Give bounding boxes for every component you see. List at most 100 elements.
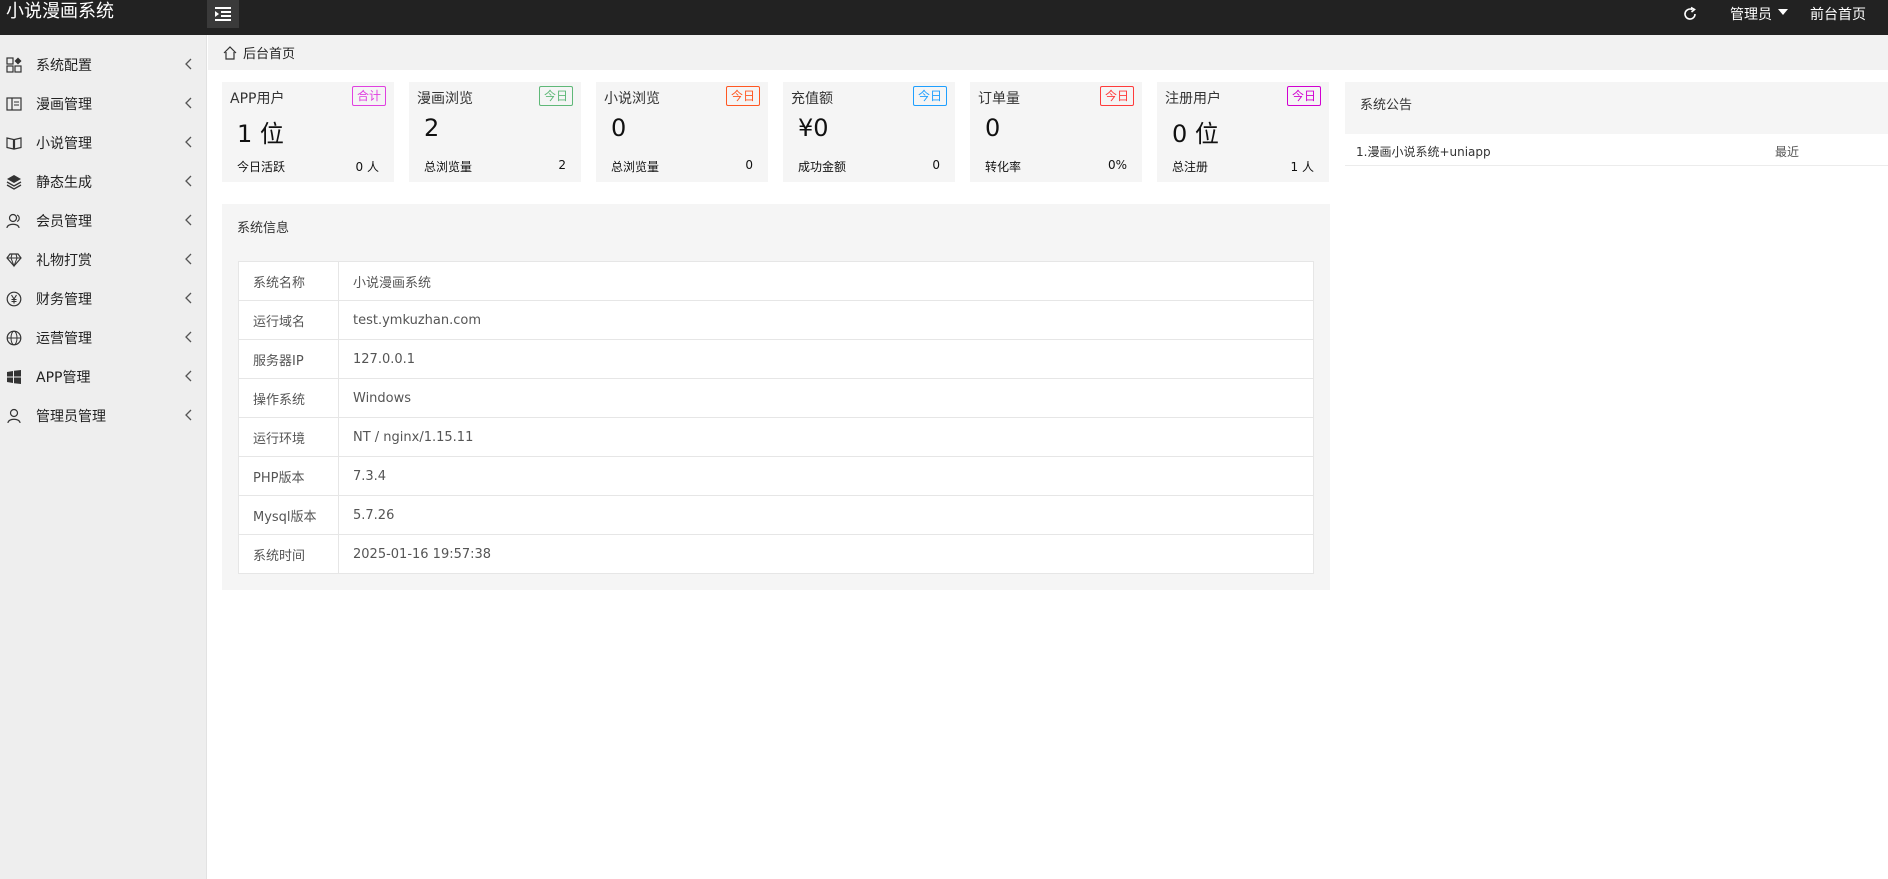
refresh-button[interactable] bbox=[1682, 6, 1698, 22]
stat-card-recharge: 充值额 今日 ¥0 成功金额 0 bbox=[783, 82, 955, 182]
table-row: PHP版本 7.3.4 bbox=[238, 456, 1314, 496]
stat-value: 0 bbox=[985, 114, 1001, 142]
info-value: 小说漫画系统 bbox=[338, 261, 1314, 301]
stat-value: ¥0 bbox=[798, 114, 829, 142]
globe-icon bbox=[6, 330, 22, 346]
notice-title: 系统公告 bbox=[1360, 98, 1413, 113]
yen-circle-icon bbox=[6, 291, 22, 307]
sidebar-item-label: 会员管理 bbox=[36, 213, 92, 230]
stat-sub-value: 0 人 bbox=[355, 160, 379, 174]
info-key: 系统时间 bbox=[238, 534, 339, 574]
stat-badge: 今日 bbox=[1099, 86, 1134, 106]
stat-sub-value: 0 bbox=[932, 158, 940, 172]
admin-label: 管理员 bbox=[1730, 7, 1772, 23]
dashboard-icon bbox=[6, 56, 22, 73]
diamond-icon bbox=[6, 252, 22, 268]
chevron-left-icon bbox=[185, 253, 192, 265]
stat-sub-value: 1 人 bbox=[1290, 160, 1314, 174]
top-header: 小说漫画系统 管理员 前台首页 bbox=[0, 0, 1888, 35]
sidebar-item-label: 礼物打赏 bbox=[36, 252, 92, 269]
notice-header: 系统公告 bbox=[1345, 82, 1888, 134]
chevron-left-icon bbox=[185, 97, 192, 109]
sidebar-item-finance[interactable]: 财务管理 bbox=[0, 279, 206, 318]
stat-value: 1 位 bbox=[237, 120, 284, 148]
notice-text[interactable]: 1.漫画小说系统+uniapp bbox=[1356, 143, 1491, 160]
chevron-left-icon bbox=[185, 292, 192, 304]
stat-card-orders: 订单量 今日 0 转化率 0% bbox=[970, 82, 1142, 182]
list-item[interactable]: 1.漫画小说系统+uniapp 最近 bbox=[1345, 135, 1888, 166]
table-row: 系统时间 2025-01-16 19:57:38 bbox=[238, 534, 1314, 574]
chevron-left-icon bbox=[185, 58, 192, 70]
sidebar: 系统配置 漫画管理 小说管理 静态生成 会员管理 礼物打赏 财务管理 运营管理 … bbox=[0, 35, 207, 879]
sidebar-item-gifts[interactable]: 礼物打赏 bbox=[0, 240, 206, 279]
notice-date: 最近 bbox=[1775, 145, 1800, 159]
stat-sub-label: 转化率 bbox=[985, 160, 1022, 174]
stat-badge: 今日 bbox=[912, 86, 947, 106]
sidebar-item-label: 管理员管理 bbox=[36, 408, 106, 425]
stat-sub-value: 2 bbox=[558, 158, 566, 172]
sidebar-item-label: 漫画管理 bbox=[36, 96, 92, 113]
breadcrumb: 后台首页 bbox=[208, 35, 1888, 70]
stat-sub-value: 0 bbox=[745, 158, 753, 172]
front-home-link[interactable]: 前台首页 bbox=[1810, 4, 1866, 24]
caret-down-icon bbox=[1778, 9, 1788, 15]
stat-card-novel-views: 小说浏览 今日 0 总浏览量 0 bbox=[596, 82, 768, 182]
info-value: 2025-01-16 19:57:38 bbox=[338, 534, 1314, 574]
stat-title: 订单量 bbox=[978, 91, 1020, 107]
info-key: 运行环境 bbox=[238, 417, 339, 457]
chevron-left-icon bbox=[185, 370, 192, 382]
chevron-left-icon bbox=[185, 409, 192, 421]
stats-row: APP用户 合计 1 位 今日活跃 0 人 漫画浏览 今日 2 总浏览量 2 小… bbox=[222, 82, 1344, 182]
info-key: 系统名称 bbox=[238, 261, 339, 301]
table-row: 运行域名 test.ymkuzhan.com bbox=[238, 300, 1314, 340]
book-columns-icon bbox=[6, 96, 22, 112]
sidebar-item-label: 小说管理 bbox=[36, 135, 92, 152]
chevron-left-icon bbox=[185, 136, 192, 148]
stat-title: 充值额 bbox=[791, 91, 833, 107]
sidebar-item-label: APP管理 bbox=[36, 369, 91, 386]
app-title: 小说漫画系统 bbox=[6, 1, 114, 22]
stat-sub-label: 总注册 bbox=[1172, 160, 1209, 174]
system-info-panel: 系统信息 系统名称 小说漫画系统 运行域名 test.ymkuzhan.com 服务… bbox=[222, 204, 1330, 590]
stat-card-app-users: APP用户 合计 1 位 今日活跃 0 人 bbox=[222, 82, 394, 182]
info-key: 操作系统 bbox=[238, 378, 339, 418]
info-key: 服务器IP bbox=[238, 339, 339, 379]
sidebar-item-novel[interactable]: 小说管理 bbox=[0, 123, 206, 162]
menu-toggle-button[interactable] bbox=[207, 0, 239, 28]
info-value: 5.7.26 bbox=[338, 495, 1314, 535]
info-value: 127.0.0.1 bbox=[338, 339, 1314, 379]
table-row: 操作系统 Windows bbox=[238, 378, 1314, 418]
main-content: 后台首页 APP用户 合计 1 位 今日活跃 0 人 漫画浏览 今日 2 总浏览… bbox=[208, 35, 1888, 879]
info-key: PHP版本 bbox=[238, 456, 339, 496]
sidebar-item-operations[interactable]: 运营管理 bbox=[0, 318, 206, 357]
system-info-title: 系统信息 bbox=[237, 221, 290, 236]
sidebar-item-static-gen[interactable]: 静态生成 bbox=[0, 162, 206, 201]
stat-card-registered: 注册用户 今日 0 位 总注册 1 人 bbox=[1157, 82, 1329, 182]
admin-dropdown[interactable]: 管理员 bbox=[1730, 4, 1788, 24]
stat-title: 小说浏览 bbox=[604, 91, 660, 107]
sidebar-item-label: 财务管理 bbox=[36, 291, 92, 308]
info-key: Mysql版本 bbox=[238, 495, 339, 535]
stat-badge: 今日 bbox=[1286, 86, 1321, 106]
sidebar-item-system-config[interactable]: 系统配置 bbox=[0, 45, 206, 84]
user-icon bbox=[6, 408, 22, 424]
stat-card-comic-views: 漫画浏览 今日 2 总浏览量 2 bbox=[409, 82, 581, 182]
table-row: Mysql版本 5.7.26 bbox=[238, 495, 1314, 535]
sidebar-item-comic[interactable]: 漫画管理 bbox=[0, 84, 206, 123]
windows-icon bbox=[6, 369, 22, 385]
sidebar-item-app[interactable]: APP管理 bbox=[0, 357, 206, 396]
stat-sub-label: 总浏览量 bbox=[611, 160, 660, 174]
stat-badge: 今日 bbox=[725, 86, 760, 106]
sidebar-item-label: 运营管理 bbox=[36, 330, 92, 347]
chevron-left-icon bbox=[185, 214, 192, 226]
chevron-left-icon bbox=[185, 175, 192, 187]
info-value: NT / nginx/1.15.11 bbox=[338, 417, 1314, 457]
users-icon bbox=[6, 213, 22, 229]
table-row: 运行环境 NT / nginx/1.15.11 bbox=[238, 417, 1314, 457]
breadcrumb-home[interactable]: 后台首页 bbox=[243, 43, 295, 62]
stat-sub-value: 0% bbox=[1107, 158, 1127, 172]
notice-panel: 系统公告 1.漫画小说系统+uniapp 最近 bbox=[1345, 82, 1888, 166]
sidebar-item-admins[interactable]: 管理员管理 bbox=[0, 396, 206, 435]
stat-value: 0 bbox=[611, 114, 627, 142]
sidebar-item-members[interactable]: 会员管理 bbox=[0, 201, 206, 240]
